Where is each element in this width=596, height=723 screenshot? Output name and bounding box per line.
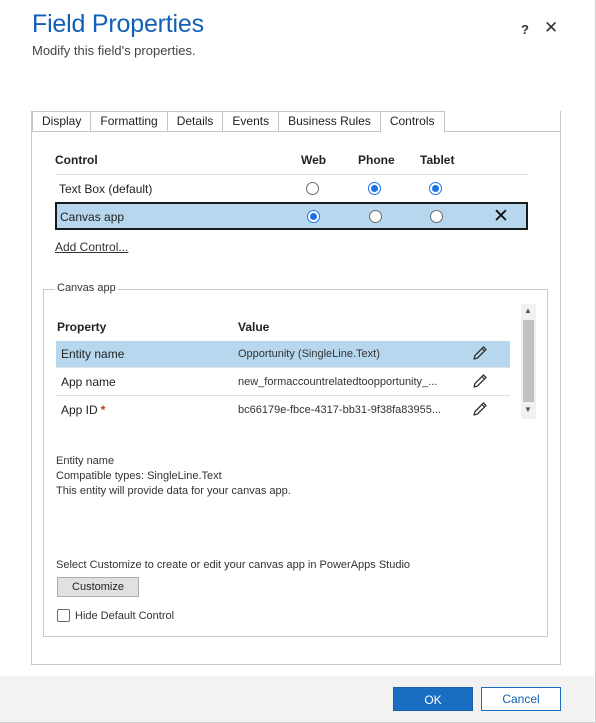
value-column-header: Value [238, 320, 270, 334]
phone-radio[interactable] [369, 210, 382, 223]
description-text: This entity will provide data for your c… [56, 485, 291, 497]
property-name: Entity name [61, 347, 125, 361]
phone-radio[interactable] [368, 182, 381, 195]
web-radio[interactable] [306, 182, 319, 195]
property-row-app-name[interactable]: App name new_formaccountrelatedtoopportu… [56, 369, 510, 396]
web-radio[interactable] [307, 210, 320, 223]
web-column-header: Web [301, 153, 327, 167]
dialog-subtitle: Modify this field's properties. [32, 43, 196, 58]
description-title: Entity name [56, 455, 115, 467]
help-icon[interactable]: ? [521, 22, 529, 37]
tab-events[interactable]: Events [222, 111, 279, 132]
remove-control-icon[interactable]: ✕ [493, 205, 509, 228]
tablet-column-header: Tablet [420, 153, 455, 167]
scroll-up-arrow-icon[interactable]: ▲ [524, 306, 532, 315]
hide-default-control-label: Hide Default Control [75, 610, 175, 622]
tab-controls[interactable]: Controls [379, 111, 445, 133]
tablet-radio[interactable] [429, 182, 442, 195]
ok-button[interactable]: OK [393, 687, 473, 711]
customize-hint: Select Customize to create or edit your … [56, 559, 411, 571]
tab-divider [32, 131, 561, 132]
property-column-header: Property [57, 320, 107, 334]
control-row-text-box[interactable]: Text Box (default) [55, 174, 528, 202]
tab-formatting[interactable]: Formatting [90, 111, 167, 132]
property-value: bc66179e-fbce-4317-bb31-9f38fa83955... [238, 404, 442, 416]
tab-display[interactable]: Display [32, 111, 91, 132]
customize-button[interactable]: Customize [57, 577, 139, 597]
required-marker: * [100, 403, 106, 417]
scrollbar-thumb[interactable] [523, 320, 534, 402]
tablet-radio[interactable] [430, 210, 443, 223]
edit-pencil-icon[interactable] [472, 345, 488, 361]
scroll-down-arrow-icon[interactable]: ▼ [524, 405, 532, 414]
control-row-canvas-app[interactable]: Canvas app ✕ [55, 202, 528, 230]
tab-details[interactable]: Details [166, 111, 223, 132]
dialog-title: Field Properties [32, 10, 204, 38]
control-column-header: Control [55, 153, 98, 167]
control-name: Canvas app [60, 210, 125, 224]
property-name: App ID * [61, 403, 105, 417]
close-icon[interactable]: ✕ [544, 18, 558, 38]
control-name: Text Box (default) [59, 182, 153, 196]
tab-bar: Display Formatting Details Events Busine… [32, 111, 445, 133]
field-properties-dialog: Field Properties Modify this field's pro… [0, 0, 596, 723]
property-row-app-id[interactable]: App ID * bc66179e-fbce-4317-bb31-9f38fa83… [56, 397, 510, 424]
cancel-button[interactable]: Cancel [481, 687, 561, 711]
hide-default-control-checkbox[interactable] [57, 609, 70, 622]
canvas-app-legend: Canvas app [55, 282, 118, 294]
property-name-text: App ID [61, 403, 98, 417]
property-value: new_formaccountrelatedtoopportunity_... [238, 376, 438, 388]
property-table-scrollbar[interactable]: ▲ ▼ [521, 304, 536, 419]
description-types: Compatible types: SingleLine.Text [56, 470, 222, 482]
edit-pencil-icon[interactable] [472, 401, 488, 417]
phone-column-header: Phone [358, 153, 395, 167]
add-control-link[interactable]: Add Control... [55, 240, 128, 254]
property-row-entity-name[interactable]: Entity name Opportunity (SingleLine.Text… [56, 341, 510, 368]
property-name: App name [61, 375, 116, 389]
edit-pencil-icon[interactable] [472, 373, 488, 389]
tab-business-rules[interactable]: Business Rules [278, 111, 380, 132]
property-value: Opportunity (SingleLine.Text) [238, 348, 380, 360]
